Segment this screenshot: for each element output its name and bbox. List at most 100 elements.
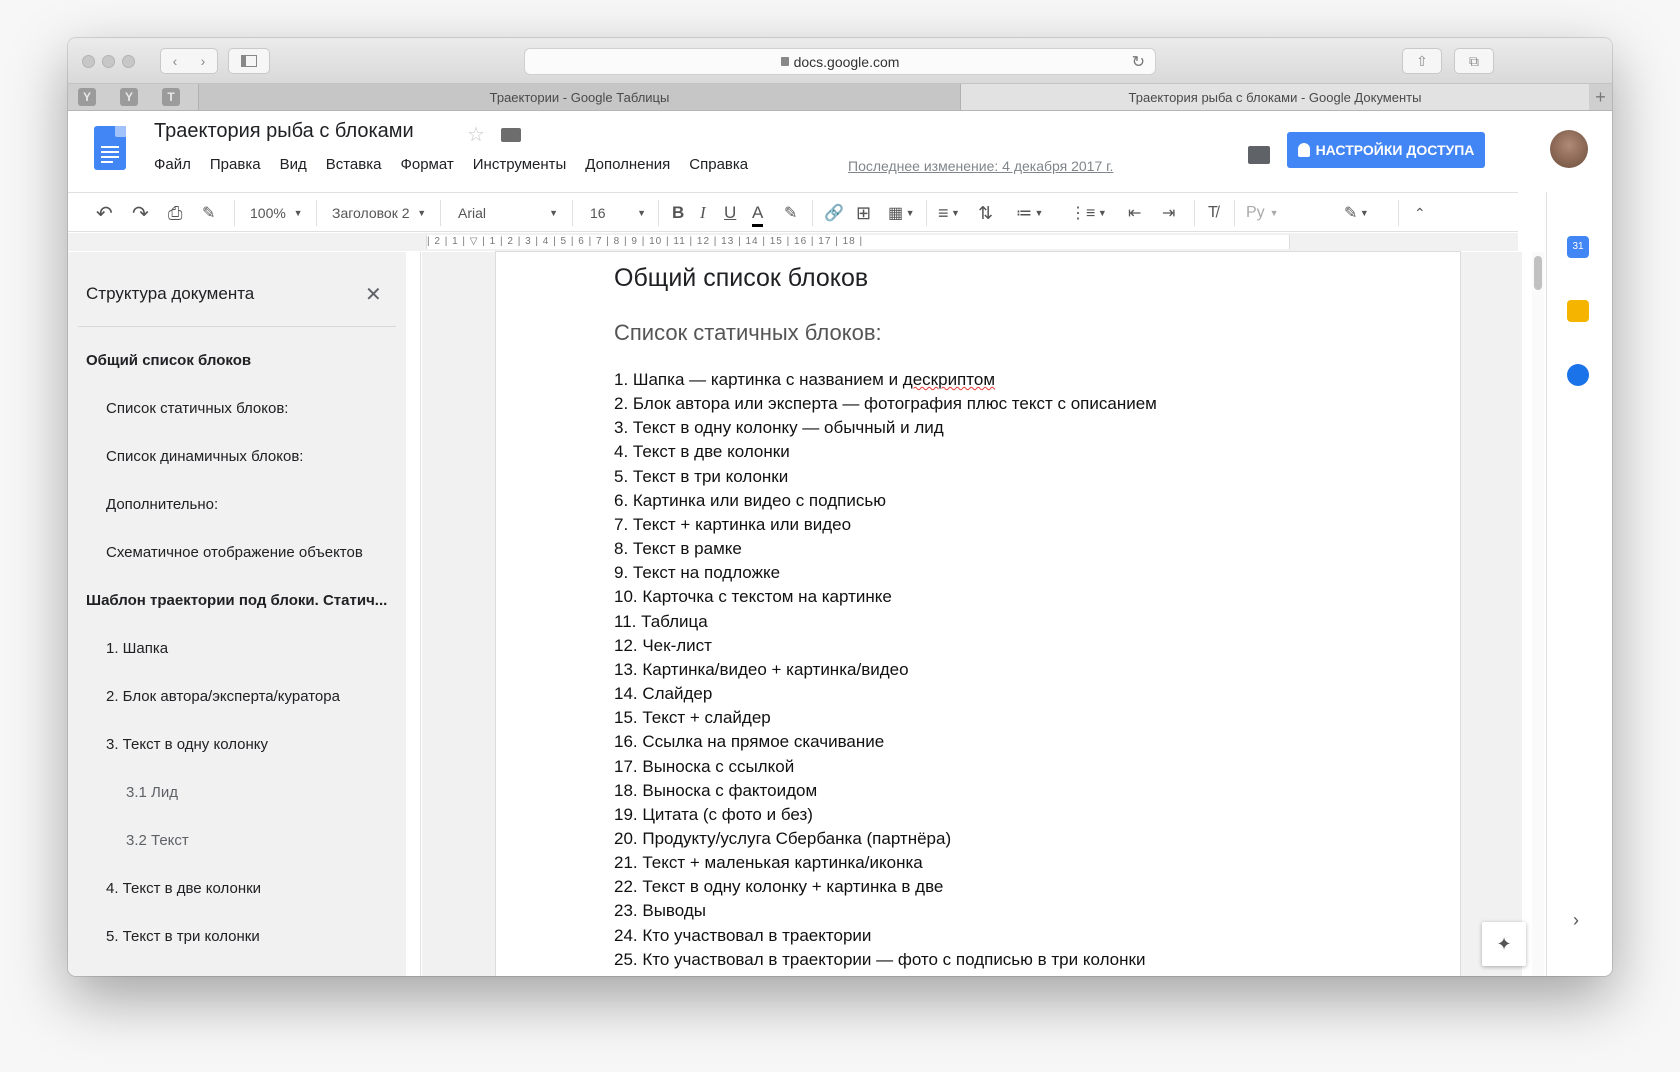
outline-item[interactable]: 5. Текст в три колонки	[106, 928, 260, 945]
menu-tools[interactable]: Инструменты	[473, 156, 567, 173]
increase-indent-icon[interactable]: ⇥	[1162, 201, 1175, 225]
new-tab-button[interactable]: +	[1589, 84, 1612, 110]
undo-icon[interactable]: ↶	[96, 201, 113, 225]
sidebar-toggle-button[interactable]	[228, 48, 270, 74]
reload-icon[interactable]: ↻	[1132, 52, 1145, 72]
document-title[interactable]: Траектория рыба с блоками	[154, 120, 414, 143]
comments-icon[interactable]	[1248, 146, 1270, 164]
italic-icon[interactable]: I	[700, 201, 706, 225]
editing-mode-icon[interactable]: ✎ ▼	[1344, 201, 1369, 225]
outline-item[interactable]: 2. Блок автора/эксперта/куратора	[106, 688, 340, 705]
calendar-icon[interactable]: 31	[1567, 236, 1589, 258]
format-toolbar: ↶ ↷ ⎙ ✎ 100% ▼ Заголовок 2 ▼ Arial ▼ 16 ▼ …	[68, 192, 1518, 232]
share-button[interactable]: ⇧	[1402, 48, 1442, 74]
last-edit-link[interactable]: Последнее изменение: 4 декабря 2017 г.	[848, 158, 1113, 174]
align-left-icon[interactable]: ≡ ▼	[938, 201, 960, 225]
menu-view[interactable]: Вид	[280, 156, 307, 173]
insert-image-icon[interactable]: ▦ ▼	[888, 201, 915, 225]
share-settings-button[interactable]: НАСТРОЙКИ ДОСТУПА	[1287, 132, 1485, 168]
outline-item[interactable]: 3.1 Лид	[126, 784, 178, 801]
outline-item[interactable]: Дополнительно:	[106, 496, 218, 513]
ruler-scale[interactable]: | 2 | 1 | ▽ | 1 | 2 | 3 | 4 | 5 | 6 | 7 …	[426, 235, 1290, 249]
style-select[interactable]: Заголовок 2 ▼	[332, 201, 426, 225]
decrease-indent-icon[interactable]: ⇤	[1128, 201, 1141, 225]
close-window-button[interactable]	[82, 55, 95, 68]
list-item: 2. Блок автора или эксперта — фотография…	[614, 394, 1157, 414]
avatar[interactable]	[1550, 130, 1588, 168]
forward-icon[interactable]: ›	[201, 53, 206, 69]
menu-format[interactable]: Формат	[400, 156, 453, 173]
scrollbar-thumb[interactable]	[1534, 256, 1542, 290]
outline-item[interactable]: Список статичных блоков:	[106, 400, 288, 417]
list-item: 8. Текст в рамке	[614, 539, 742, 559]
keep-icon[interactable]	[1567, 300, 1589, 322]
outline-item[interactable]: 3.2 Текст	[126, 832, 189, 849]
address-bar[interactable]: docs.google.com ↻	[524, 48, 1156, 75]
underline-icon[interactable]: U	[724, 201, 736, 225]
heading-1: Общий список блоков	[614, 264, 869, 292]
link-icon[interactable]: 🔗	[824, 201, 844, 225]
pinned-tab[interactable]: Y	[120, 88, 138, 106]
menu-edit[interactable]: Правка	[210, 156, 261, 173]
paint-format-icon[interactable]: ✎	[202, 201, 215, 225]
tab-title: Траектория рыба с блоками - Google Докум…	[1128, 89, 1422, 105]
spellcheck-word[interactable]: дескриптом	[903, 370, 995, 389]
pinned-tab[interactable]: T	[162, 88, 180, 106]
menu-help[interactable]: Справка	[689, 156, 748, 173]
vertical-ruler[interactable]	[407, 252, 421, 976]
minimize-window-button[interactable]	[102, 55, 115, 68]
document-page[interactable]: Общий список блоков Список статичных бло…	[496, 252, 1460, 976]
list-item: 15. Текст + слайдер	[614, 708, 771, 728]
outline-item[interactable]: Список динамичных блоков:	[106, 448, 303, 465]
zoom-select[interactable]: 100% ▼	[250, 201, 303, 225]
list-item: 11. Таблица	[614, 611, 708, 631]
font-select[interactable]: Arial ▼	[458, 201, 558, 225]
menu-file[interactable]: Файл	[154, 156, 191, 173]
highlight-icon[interactable]: ✎	[784, 201, 797, 225]
sidebar-icon	[241, 55, 257, 67]
numbered-list-icon[interactable]: ≔ ▼	[1016, 201, 1043, 225]
docs-logo-icon[interactable]	[94, 126, 126, 170]
zoom-window-button[interactable]	[122, 55, 135, 68]
pinned-tab[interactable]: Y	[78, 88, 96, 106]
docs-header: Траектория рыба с блоками ☆ Файл Правка …	[68, 112, 1612, 192]
clear-formatting-icon[interactable]: T̸	[1208, 201, 1218, 225]
collapse-menu-icon[interactable]: ⌃	[1414, 201, 1426, 225]
line-spacing-icon[interactable]: ⇅	[978, 201, 993, 225]
bold-icon[interactable]: B	[672, 201, 684, 225]
bulleted-list-icon[interactable]: ⋮≡ ▼	[1070, 201, 1107, 225]
star-icon[interactable]: ☆	[467, 122, 485, 147]
add-comment-icon[interactable]: ⊞	[856, 201, 871, 225]
redo-icon[interactable]: ↷	[132, 201, 149, 225]
outline-item[interactable]: 4. Текст в две колонки	[106, 880, 261, 897]
explore-button[interactable]: ✦	[1482, 922, 1526, 966]
font-size-select[interactable]: 16 ▼	[590, 201, 646, 225]
print-icon[interactable]: ⎙	[168, 201, 182, 225]
outline-item[interactable]: Общий список блоков	[86, 352, 251, 369]
folder-icon[interactable]	[501, 128, 521, 142]
scrollbar-track[interactable]	[1532, 252, 1544, 976]
list-item: 10. Карточка с текстом на картинке	[614, 587, 892, 607]
back-icon[interactable]: ‹	[173, 53, 178, 69]
tabs-overview-button[interactable]: ⧉	[1454, 48, 1494, 74]
tab-bar: Y Y T Траектории - Google Таблицы Траект…	[68, 84, 1612, 111]
tasks-icon[interactable]	[1567, 364, 1589, 386]
menu-addons[interactable]: Дополнения	[585, 156, 670, 173]
outline-item[interactable]: 1. Шапка	[106, 640, 168, 657]
text-color-icon[interactable]: A	[752, 201, 764, 227]
outline-item[interactable]: Шаблон траектории под блоки. Статич...	[86, 592, 387, 609]
close-icon[interactable]: ✕	[365, 282, 382, 307]
list-item: 20. Продукту/услуга Сбербанка (партнёра)	[614, 828, 952, 848]
heading-2: Список статичных блоков:	[614, 320, 882, 345]
font-value: Arial	[458, 205, 487, 221]
tab-sheets[interactable]: Траектории - Google Таблицы	[198, 84, 961, 110]
menu-insert[interactable]: Вставка	[326, 156, 382, 173]
input-tools-select[interactable]: Ру ▼	[1246, 201, 1279, 225]
lock-icon	[780, 57, 789, 66]
outline-item[interactable]: Схематичное отображение объектов	[106, 544, 363, 561]
expand-panel-icon[interactable]: ›	[1573, 910, 1579, 931]
list-item: 24. Кто участвовал в траектории	[614, 925, 872, 945]
tab-docs[interactable]: Траектория рыба с блоками - Google Докум…	[961, 84, 1589, 110]
side-panel: 31 ›	[1546, 192, 1612, 976]
outline-item[interactable]: 3. Текст в одну колонку	[106, 736, 268, 753]
